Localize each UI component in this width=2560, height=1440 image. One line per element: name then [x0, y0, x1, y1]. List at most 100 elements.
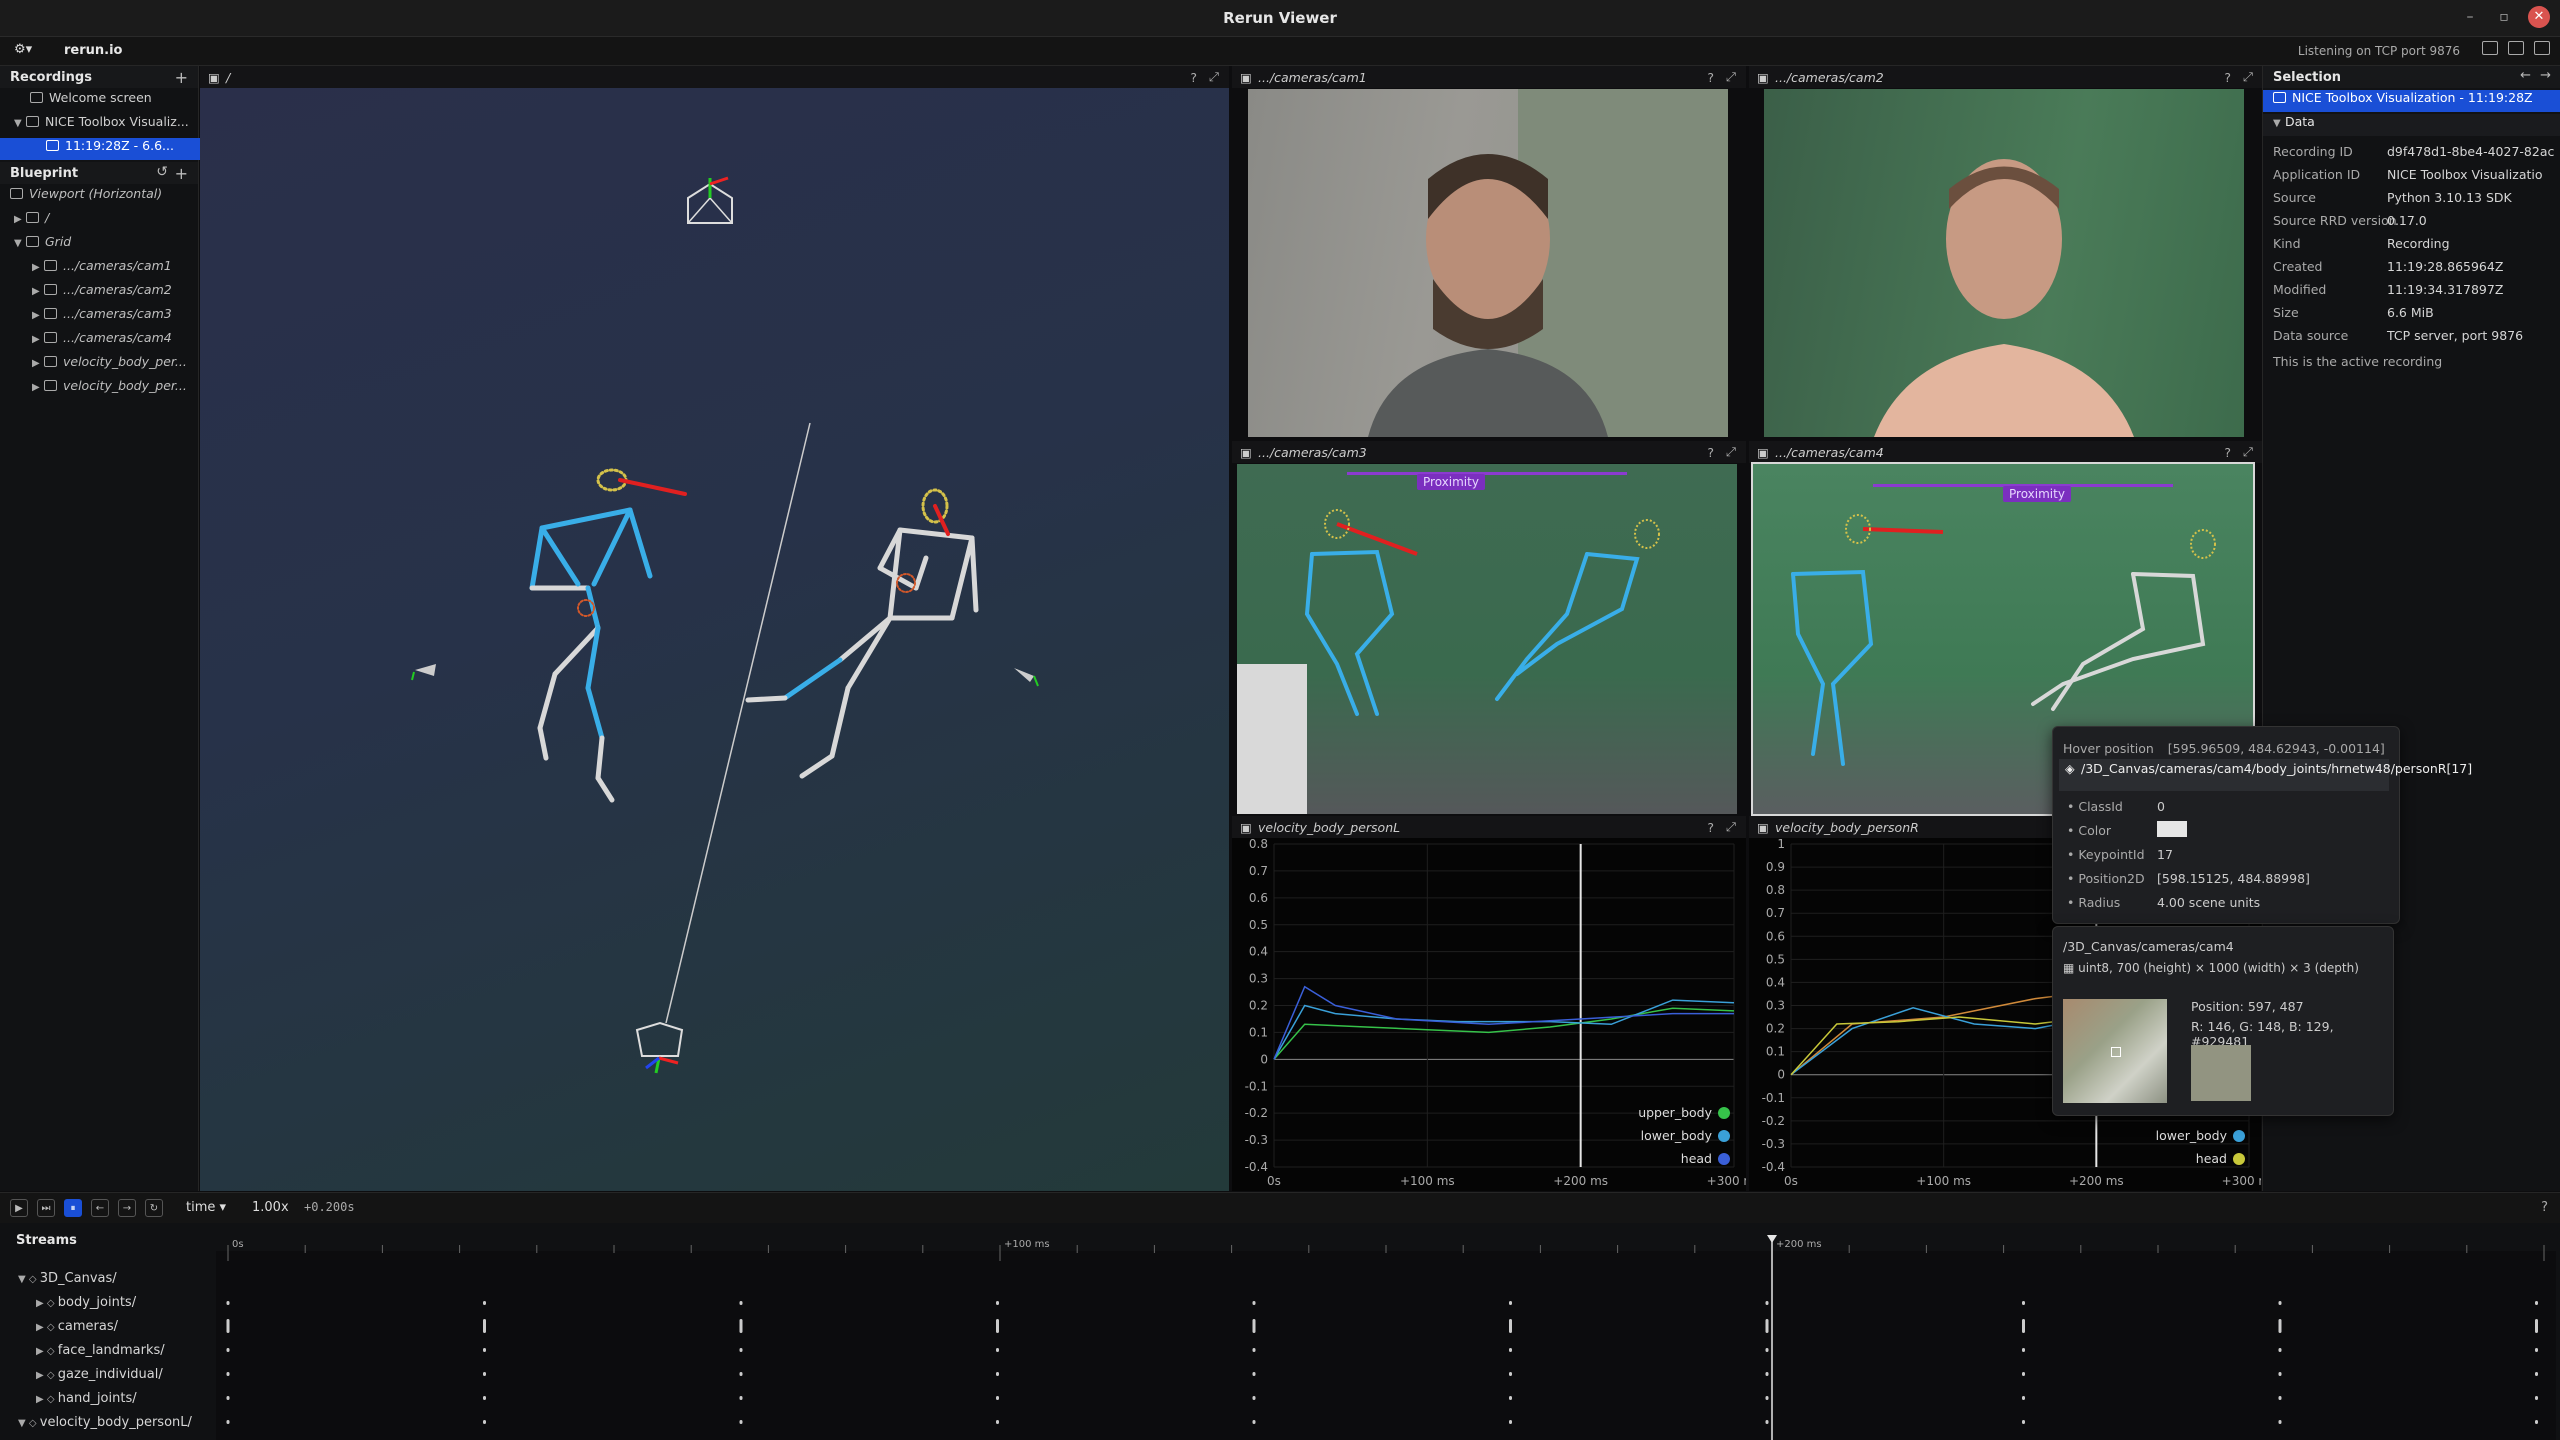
event-marker[interactable]	[2535, 1319, 2538, 1333]
chevron-right-icon[interactable]: ▶ ◇	[36, 1370, 58, 1381]
event-marker[interactable]	[2022, 1420, 2025, 1424]
minimize-icon[interactable]: –	[2460, 9, 2480, 25]
event-marker[interactable]	[2535, 1348, 2538, 1352]
pause-icon[interactable]: ⏸	[64, 1199, 82, 1217]
event-marker[interactable]	[2535, 1420, 2538, 1424]
event-marker[interactable]	[739, 1301, 743, 1305]
step-back-icon[interactable]: ←	[91, 1199, 109, 1217]
chevron-right-icon[interactable]: ▶	[14, 214, 26, 225]
legend-marker[interactable]	[1718, 1153, 1730, 1165]
stream-area[interactable]	[216, 1251, 2556, 1440]
legend-marker[interactable]	[2233, 1130, 2245, 1142]
event-marker[interactable]	[2278, 1319, 2282, 1333]
chevron-right-icon[interactable]: ▶	[32, 358, 44, 369]
time-axis[interactable]: 0s +100 ms +200 ms	[216, 1223, 2556, 1440]
plot-l[interactable]: 0.8 0.7 0.6 0.5 0.4 0.3 0.2 0.1 0 -0.1 -0.2 -0.3 -0.…	[1232, 837, 1762, 1191]
chevron-down-icon[interactable]: ▼	[14, 238, 26, 249]
event-marker[interactable]	[2278, 1396, 2282, 1400]
event-marker[interactable]	[996, 1420, 999, 1424]
playback-speed[interactable]: 1.00x	[252, 1200, 289, 1215]
blueprint-cam1[interactable]: ▶ .../cameras/cam1	[0, 258, 230, 280]
loop-icon[interactable]: ↻	[145, 1199, 163, 1217]
event-marker[interactable]	[739, 1372, 743, 1376]
stream-row[interactable]: ▶ ◇ cameras/	[0, 1319, 246, 1343]
event-marker[interactable]	[483, 1420, 486, 1424]
chevron-right-icon[interactable]: ▶ ◇	[36, 1322, 58, 1333]
event-marker[interactable]	[226, 1319, 230, 1333]
maximize-view-icon[interactable]: ⤢	[1726, 819, 1736, 835]
legend-marker[interactable]	[2233, 1153, 2245, 1165]
event-marker[interactable]	[226, 1396, 230, 1400]
chevron-right-icon[interactable]: ▶	[32, 334, 44, 345]
data-section[interactable]: ▼ Data	[2263, 114, 2560, 136]
event-marker[interactable]	[1252, 1372, 1256, 1376]
event-marker[interactable]	[996, 1301, 999, 1305]
event-marker[interactable]	[1509, 1396, 1512, 1400]
blueprint-grid[interactable]: ▼ Grid	[0, 234, 212, 256]
blueprint-cam2[interactable]: ▶ .../cameras/cam2	[0, 282, 230, 304]
stream-row[interactable]: ▶ ◇ body_joints/	[0, 1295, 246, 1319]
recording-nice[interactable]: ▼ NICE Toolbox Visualiz...	[0, 114, 212, 136]
reset-blueprint-icon[interactable]: ↺	[156, 164, 168, 180]
event-marker[interactable]	[739, 1348, 743, 1352]
add-view-icon[interactable]: +	[175, 164, 188, 183]
event-marker[interactable]	[996, 1319, 999, 1333]
chevron-down-icon[interactable]: ▼ ◇	[18, 1418, 40, 1429]
stream-row[interactable]: ▶ ◇ face_landmarks/	[0, 1343, 246, 1367]
event-marker[interactable]	[483, 1396, 486, 1400]
blueprint-velocity-r[interactable]: ▶ velocity_body_per...	[0, 378, 230, 400]
chevron-down-icon[interactable]: ▼	[14, 118, 26, 129]
chevron-right-icon[interactable]: ▶ ◇	[36, 1394, 58, 1405]
event-marker[interactable]	[2278, 1372, 2282, 1376]
blueprint-viewport[interactable]: Viewport (Horizontal)	[0, 186, 208, 208]
selected-recording[interactable]: NICE Toolbox Visualization - 11:19:28Z	[2263, 90, 2560, 112]
help-icon[interactable]: ?	[2541, 1200, 2548, 1215]
event-marker[interactable]	[2535, 1301, 2538, 1305]
event-marker[interactable]	[2022, 1301, 2025, 1305]
chevron-right-icon[interactable]: ▶	[32, 286, 44, 297]
blueprint-cam4[interactable]: ▶ .../cameras/cam4	[0, 330, 230, 352]
event-marker[interactable]	[2278, 1348, 2282, 1352]
event-marker[interactable]	[1252, 1348, 1256, 1352]
event-marker[interactable]	[2535, 1396, 2538, 1400]
3d-scene[interactable]	[200, 88, 1229, 1191]
chevron-right-icon[interactable]: ▶ ◇	[36, 1298, 58, 1309]
maximize-icon[interactable]: ▫	[2494, 9, 2514, 25]
brand-link[interactable]: rerun.io	[64, 43, 122, 58]
close-icon[interactable]: ✕	[2528, 6, 2550, 28]
stream-row[interactable]: ▶ ◇ hand_joints/	[0, 1391, 246, 1415]
cam2-image[interactable]	[1764, 89, 2244, 437]
event-marker[interactable]	[483, 1372, 486, 1376]
recording-welcome[interactable]: Welcome screen	[0, 90, 228, 112]
event-marker[interactable]	[1252, 1301, 1256, 1305]
event-marker[interactable]	[996, 1396, 999, 1400]
blueprint-root-view[interactable]: ▶ /	[0, 210, 212, 232]
event-marker[interactable]	[739, 1396, 743, 1400]
event-marker[interactable]	[2022, 1396, 2025, 1400]
chevron-down-icon[interactable]: ▼ ◇	[18, 1274, 40, 1285]
chevron-right-icon[interactable]: ▶	[32, 310, 44, 321]
help-icon[interactable]: ?	[1707, 445, 1714, 460]
event-marker[interactable]	[483, 1348, 486, 1352]
help-icon[interactable]: ?	[1707, 70, 1714, 85]
time-offset[interactable]: +0.200s	[304, 1200, 355, 1214]
toggle-left-panel-icon[interactable]	[2482, 41, 2498, 55]
event-marker[interactable]	[1252, 1420, 1256, 1424]
event-marker[interactable]	[483, 1301, 486, 1305]
play-icon[interactable]: ▶	[10, 1199, 28, 1217]
blueprint-velocity-l[interactable]: ▶ velocity_body_per...	[0, 354, 230, 376]
plot-l-chart[interactable]: 0.8 0.7 0.6 0.5 0.4 0.3 0.2 0.1 0 -0.1 -0.2 -0.3 -0.…	[1232, 837, 1762, 1191]
event-marker[interactable]	[1765, 1348, 1769, 1352]
stream-row[interactable]: ▼ ◇ 3D_Canvas/	[0, 1271, 228, 1295]
event-marker[interactable]	[226, 1301, 230, 1305]
event-marker[interactable]	[1765, 1420, 1769, 1424]
event-marker[interactable]	[1509, 1372, 1512, 1376]
event-marker[interactable]	[226, 1420, 230, 1424]
chevron-right-icon[interactable]: ▶	[32, 382, 44, 393]
event-marker[interactable]	[2022, 1348, 2025, 1352]
event-marker[interactable]	[739, 1319, 743, 1333]
maximize-view-icon[interactable]: ⤢	[2243, 69, 2253, 85]
help-icon[interactable]: ?	[1190, 70, 1197, 85]
step-forward-icon[interactable]: ⏭	[37, 1199, 55, 1217]
event-marker[interactable]	[226, 1348, 230, 1352]
